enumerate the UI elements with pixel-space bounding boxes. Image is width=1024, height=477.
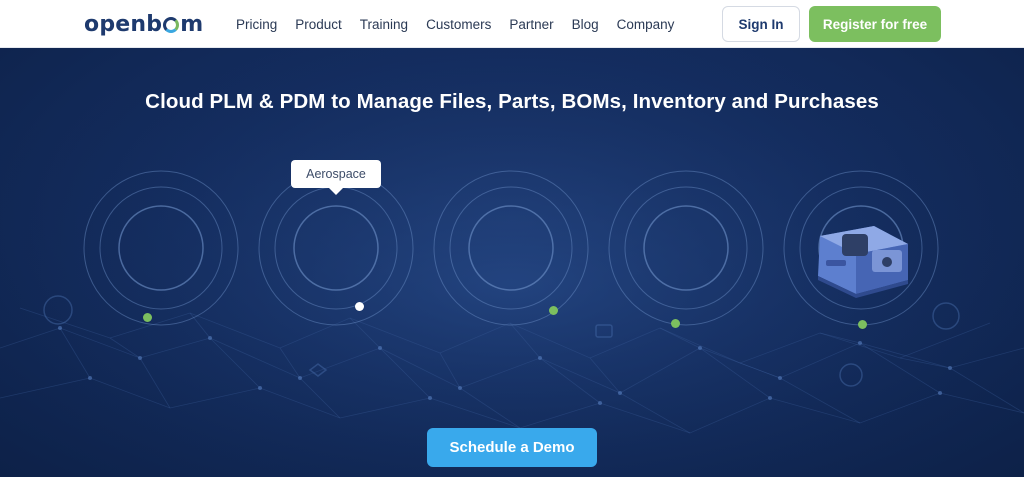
top-navbar: op enb m Pricing Product Training Customer… — [0, 0, 1024, 48]
hero-section: Cloud PLM & PDM to Manage Files, Parts, … — [0, 48, 1024, 477]
main-nav: Pricing Product Training Customers Partn… — [236, 0, 692, 48]
industry-dot-3[interactable] — [549, 306, 558, 315]
openbom-logo[interactable]: op enb m — [84, 10, 203, 38]
industry-dot-5[interactable] — [858, 320, 867, 329]
nav-link-company[interactable]: Company — [617, 17, 675, 32]
hero-title: Cloud PLM & PDM to Manage Files, Parts, … — [145, 90, 879, 113]
sign-in-button[interactable]: Sign In — [722, 6, 800, 42]
logo-o-icon — [163, 17, 180, 33]
industry-tooltip: Aerospace — [291, 160, 381, 195]
nav-link-customers[interactable]: Customers — [426, 17, 491, 32]
nav-link-pricing[interactable]: Pricing — [236, 17, 277, 32]
industry-dot-4[interactable] — [671, 319, 680, 328]
industry-dot-1[interactable] — [143, 313, 152, 322]
register-button[interactable]: Register for free — [809, 6, 941, 42]
nav-link-product[interactable]: Product — [295, 17, 342, 32]
nav-link-training[interactable]: Training — [360, 17, 408, 32]
logo-text-m: m — [180, 11, 204, 37]
logo-text-enb: enb — [115, 11, 163, 37]
logo-text-op: op — [84, 11, 116, 37]
nav-link-partner[interactable]: Partner — [509, 17, 553, 32]
nav-link-blog[interactable]: Blog — [572, 17, 599, 32]
industry-dot-2-active[interactable] — [355, 302, 364, 311]
schedule-demo-button[interactable]: Schedule a Demo — [427, 428, 597, 467]
